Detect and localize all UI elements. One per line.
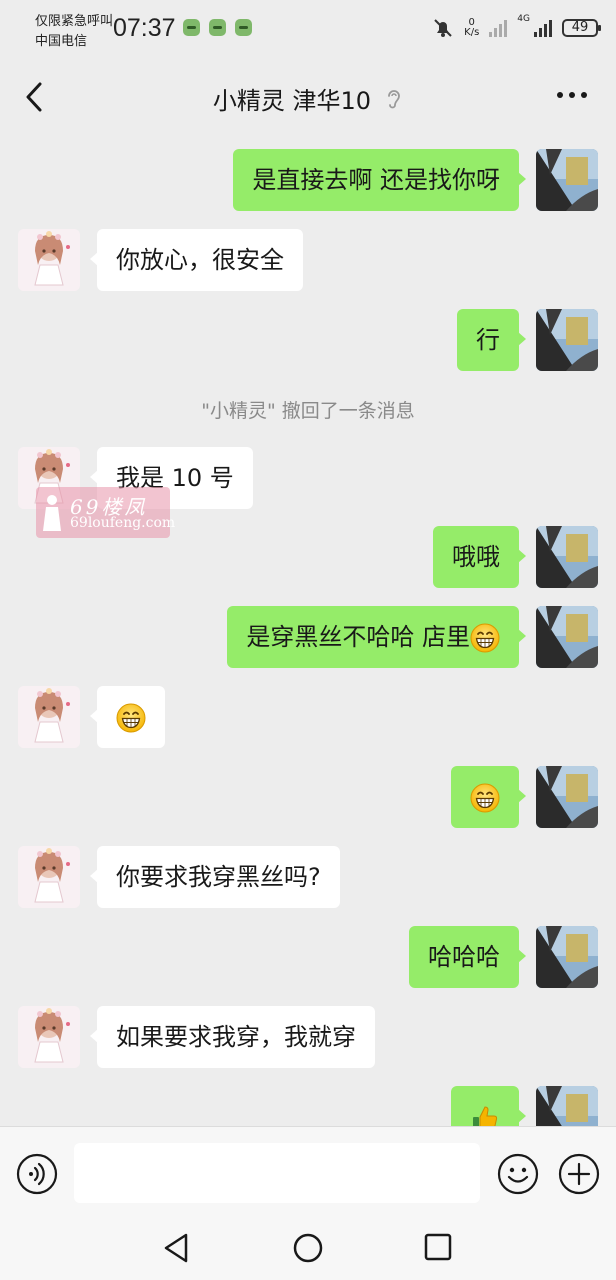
- contact-avatar[interactable]: [18, 229, 80, 291]
- chat-title: 小精灵 津华10: [212, 87, 372, 115]
- thumbs-up-emoji: [473, 1106, 498, 1126]
- wechat-notif-icon: [183, 19, 200, 36]
- message-bubble[interactable]: 如果要求我穿，我就穿: [90, 1006, 375, 1068]
- chat-header: 小精灵 津华10: [0, 56, 616, 136]
- watermark: 69楼凤 69loufeng.com: [36, 487, 175, 538]
- net-speed: 0 K/s: [464, 18, 479, 38]
- message-bubble[interactable]: [451, 1086, 526, 1126]
- message-text: 行: [476, 326, 500, 354]
- more-dots-icon[interactable]: [556, 90, 588, 100]
- net-speed-unit: K/s: [464, 27, 480, 38]
- grin-emoji: [116, 703, 146, 733]
- carrier-emergency-label: 仅限紧急呼叫: [35, 14, 114, 29]
- contact-avatar[interactable]: [18, 846, 80, 908]
- wechat-notif-icon: [235, 19, 252, 36]
- input-bar: [0, 1126, 616, 1216]
- system-nav-bar: [0, 1216, 616, 1280]
- watermark-url: 69loufeng.com: [70, 515, 176, 531]
- smile-icon[interactable]: [497, 1153, 539, 1195]
- signal-icon: [534, 19, 552, 37]
- my-avatar[interactable]: [536, 1086, 598, 1126]
- battery-indicator: 49: [562, 19, 601, 37]
- message-text: 你要求我穿黑丝吗?: [116, 863, 321, 891]
- circle-home-icon[interactable]: [292, 1232, 324, 1264]
- my-avatar[interactable]: [536, 149, 598, 211]
- chat-title-wrap: 小精灵 津华10: [0, 81, 616, 116]
- recall-notice: "小精灵" 撤回了一条消息: [201, 400, 415, 422]
- network-type: 4G: [517, 14, 530, 24]
- status-bar: 仅限紧急呼叫 中国电信 07:37 0 K/s 4G 49: [0, 0, 616, 56]
- chat-message-list[interactable]: 是直接去啊 还是找你呀 你放心，很安全 行 "小精灵" 撤回了一条消息 我是 1…: [0, 136, 616, 1126]
- message-text: 哈哈哈: [428, 943, 500, 971]
- message-bubble[interactable]: [90, 686, 165, 748]
- message-bubble[interactable]: 是穿黑丝不哈哈 店里: [227, 606, 526, 668]
- message-text: 如果要求我穿，我就穿: [116, 1023, 356, 1051]
- message-text: 是直接去啊 还是找你呀: [252, 166, 500, 194]
- grin-emoji: [470, 623, 500, 653]
- watermark-figure-icon: [43, 495, 61, 531]
- message-input[interactable]: [74, 1143, 480, 1203]
- my-avatar[interactable]: [536, 926, 598, 988]
- my-avatar[interactable]: [536, 766, 598, 828]
- my-avatar[interactable]: [536, 606, 598, 668]
- plus-icon[interactable]: [558, 1153, 600, 1195]
- message-bubble[interactable]: [451, 766, 526, 828]
- carrier-name: 中国电信: [35, 34, 88, 49]
- signal-icon: [489, 19, 508, 37]
- message-text: 是穿黑丝不哈哈 店里: [246, 623, 470, 651]
- message-bubble[interactable]: 哦哦: [433, 526, 526, 588]
- grin-emoji: [470, 783, 500, 813]
- status-time: 07:37: [113, 14, 176, 42]
- mute-bell-icon: [434, 19, 452, 37]
- contact-avatar[interactable]: [18, 686, 80, 748]
- square-recent-icon[interactable]: [423, 1232, 453, 1262]
- message-text: 你放心，很安全: [116, 246, 284, 274]
- voice-icon[interactable]: [16, 1153, 58, 1195]
- message-bubble[interactable]: 是直接去啊 还是找你呀: [233, 149, 526, 211]
- my-avatar[interactable]: [536, 309, 598, 371]
- message-bubble[interactable]: 你要求我穿黑丝吗?: [90, 846, 340, 908]
- ear-icon: [388, 89, 400, 108]
- contact-avatar[interactable]: [18, 1006, 80, 1068]
- message-bubble[interactable]: 你放心，很安全: [90, 229, 303, 291]
- message-bubble[interactable]: 行: [457, 309, 526, 371]
- message-text: 哦哦: [452, 543, 500, 571]
- message-bubble[interactable]: 哈哈哈: [409, 926, 526, 988]
- my-avatar[interactable]: [536, 526, 598, 588]
- wechat-notif-icon: [209, 19, 226, 36]
- triangle-back-icon[interactable]: [160, 1231, 192, 1265]
